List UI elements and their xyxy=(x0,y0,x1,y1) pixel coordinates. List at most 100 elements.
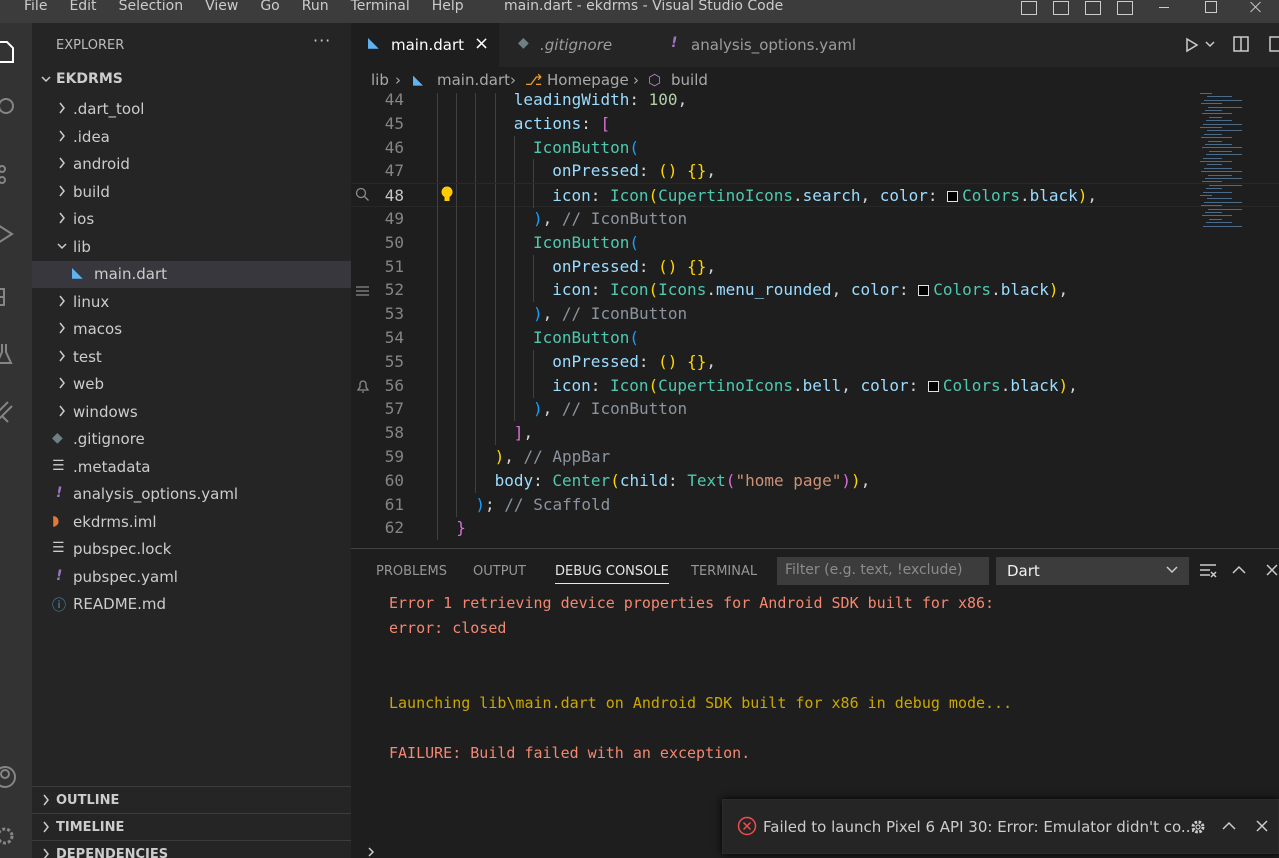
menu-run[interactable]: Run xyxy=(302,0,329,14)
tree-item-linux[interactable]: linux xyxy=(32,289,351,316)
menu-file[interactable]: File xyxy=(24,0,47,14)
tree-item-metadata[interactable]: ☰ .metadata xyxy=(32,454,351,481)
more-actions-icon[interactable] xyxy=(1269,36,1279,52)
gear-icon[interactable] xyxy=(1188,817,1208,837)
console-filter-input[interactable]: Filter (e.g. text, !exclude) xyxy=(777,557,989,585)
color-swatch[interactable] xyxy=(947,191,959,203)
more-actions-icon[interactable]: ··· xyxy=(313,31,331,50)
toggle-panel-icon[interactable] xyxy=(1053,0,1069,15)
customize-layout-icon[interactable] xyxy=(1117,0,1133,15)
breadcrumb-main-dart[interactable]: main.dart xyxy=(437,71,510,89)
debug-session-select[interactable]: Dart xyxy=(996,557,1189,585)
account-icon[interactable] xyxy=(0,756,32,796)
explorer-icon[interactable] xyxy=(0,31,32,71)
testing-icon[interactable] xyxy=(0,333,32,373)
indent-guide xyxy=(475,397,477,422)
code-token: . xyxy=(1019,186,1030,206)
indent-guide xyxy=(456,207,458,231)
tab-debug-console[interactable]: DEBUG CONSOLE xyxy=(555,564,669,584)
tree-item-web[interactable]: web xyxy=(32,371,351,398)
lightbulb-icon[interactable] xyxy=(439,185,455,205)
tree-item-analysis-options-yaml[interactable]: ! analysis_options.yaml xyxy=(32,481,351,508)
clear-console-icon[interactable] xyxy=(1198,562,1218,580)
color-swatch[interactable] xyxy=(927,380,939,392)
breadcrumb-lib[interactable]: lib xyxy=(371,71,389,89)
tree-item-label: .idea xyxy=(73,127,110,146)
tree-item-readme-md[interactable]: ⓘ README.md xyxy=(32,591,351,618)
menu-go[interactable]: Go xyxy=(260,0,279,14)
code-token: , xyxy=(831,280,851,300)
split-editor-icon[interactable] xyxy=(1233,36,1249,52)
close-icon[interactable] xyxy=(1254,818,1270,834)
breadcrumb-homepage[interactable]: Homepage xyxy=(547,71,629,89)
indent-guide xyxy=(475,445,477,469)
tab-gitignore[interactable]: ◆ .gitignore xyxy=(499,23,649,67)
tree-item-dart-tool[interactable]: .dart_tool xyxy=(32,96,351,123)
breadcrumb-build[interactable]: build xyxy=(671,71,708,89)
code-token: leadingWidth xyxy=(513,93,630,109)
minimap-line xyxy=(1209,218,1222,220)
tree-item-lib[interactable]: lib xyxy=(32,234,351,261)
tab-main-dart[interactable]: ◣ main.dart × xyxy=(351,23,499,67)
tree-item-ios[interactable]: ios xyxy=(32,206,351,233)
tree-item-build[interactable]: build xyxy=(32,179,351,206)
search-icon[interactable] xyxy=(0,87,32,127)
chevron-right-icon[interactable] xyxy=(366,847,376,857)
run-debug-icon[interactable] xyxy=(0,213,32,253)
tree-item-pubspec-lock[interactable]: ☰ pubspec.lock xyxy=(32,536,351,563)
tab-output[interactable]: OUTPUT xyxy=(473,564,526,579)
toggle-secondary-sidebar-icon[interactable] xyxy=(1085,0,1101,15)
code-token: child xyxy=(619,470,668,490)
tab-problems[interactable]: PROBLEMS xyxy=(376,564,447,579)
indent-guide xyxy=(475,230,477,255)
tree-item-gitignore[interactable]: ◆ .gitignore xyxy=(32,426,351,453)
tab-analysis-options[interactable]: ! analysis_options.yaml xyxy=(649,23,856,67)
menu-edit[interactable]: Edit xyxy=(69,0,96,14)
run-icon[interactable] xyxy=(1185,37,1199,53)
maximize-panel-icon[interactable] xyxy=(1231,562,1247,578)
indent-guide xyxy=(513,397,515,422)
flutter-icon[interactable] xyxy=(0,391,32,431)
code-token: Center xyxy=(552,470,611,490)
extensions-icon[interactable] xyxy=(0,273,32,313)
menu-view[interactable]: View xyxy=(205,0,238,14)
code-token: : xyxy=(533,470,553,490)
menu-selection[interactable]: Selection xyxy=(119,0,184,14)
manage-icon[interactable] xyxy=(0,815,32,855)
bell-icon[interactable] xyxy=(355,378,371,394)
color-swatch[interactable] xyxy=(918,285,930,297)
tree-item-pubspec-yaml[interactable]: ! pubspec.yaml xyxy=(32,564,351,591)
search-icon[interactable] xyxy=(355,187,371,203)
tree-item-macos[interactable]: macos xyxy=(32,316,351,343)
section-timeline[interactable]: TIMELINE xyxy=(32,813,351,840)
close-panel-icon[interactable] xyxy=(1264,562,1279,578)
list-icon[interactable] xyxy=(355,285,371,297)
tree-item-ekdrms-iml[interactable]: ◗ ekdrms.iml xyxy=(32,509,351,536)
tree-item-windows[interactable]: windows xyxy=(32,399,351,426)
chevron-up-icon[interactable] xyxy=(1221,818,1237,834)
tree-item-android[interactable]: android xyxy=(32,151,351,178)
section-outline[interactable]: OUTLINE xyxy=(32,786,351,813)
minimap[interactable] xyxy=(1200,93,1245,233)
indent-guide xyxy=(475,302,477,327)
tree-item-test[interactable]: test xyxy=(32,344,351,371)
code-editor[interactable]: 44 leadingWidth: 100, 45 actions: [46 IconBu… xyxy=(351,93,1279,548)
chevron-down-icon[interactable] xyxy=(1205,41,1215,49)
section-dependencies[interactable]: DEPENDENCIES xyxy=(32,840,351,858)
toggle-primary-sidebar-icon[interactable] xyxy=(1021,0,1037,15)
tree-item-idea[interactable]: .idea xyxy=(32,124,351,151)
tree-item-main-dart[interactable]: ◣ main.dart xyxy=(32,261,351,288)
code-token: ( xyxy=(610,470,620,490)
minimize-button[interactable] xyxy=(1141,0,1187,23)
indent-guide xyxy=(533,278,534,303)
menu-help[interactable]: Help xyxy=(432,0,464,14)
tab-terminal[interactable]: TERMINAL xyxy=(691,564,757,579)
window-title: main.dart - ekdrms - Visual Studio Code xyxy=(504,0,784,14)
maximize-button[interactable] xyxy=(1187,0,1233,23)
close-tab-icon[interactable]: × xyxy=(474,33,489,54)
workspace-root-folder[interactable]: EKDRMS xyxy=(32,68,351,92)
error-notification[interactable]: Failed to launch Pixel 6 API 30: Error: … xyxy=(722,799,1279,854)
close-window-button[interactable] xyxy=(1233,0,1279,23)
source-control-icon[interactable] xyxy=(0,153,32,193)
menu-terminal[interactable]: Terminal xyxy=(351,0,410,14)
